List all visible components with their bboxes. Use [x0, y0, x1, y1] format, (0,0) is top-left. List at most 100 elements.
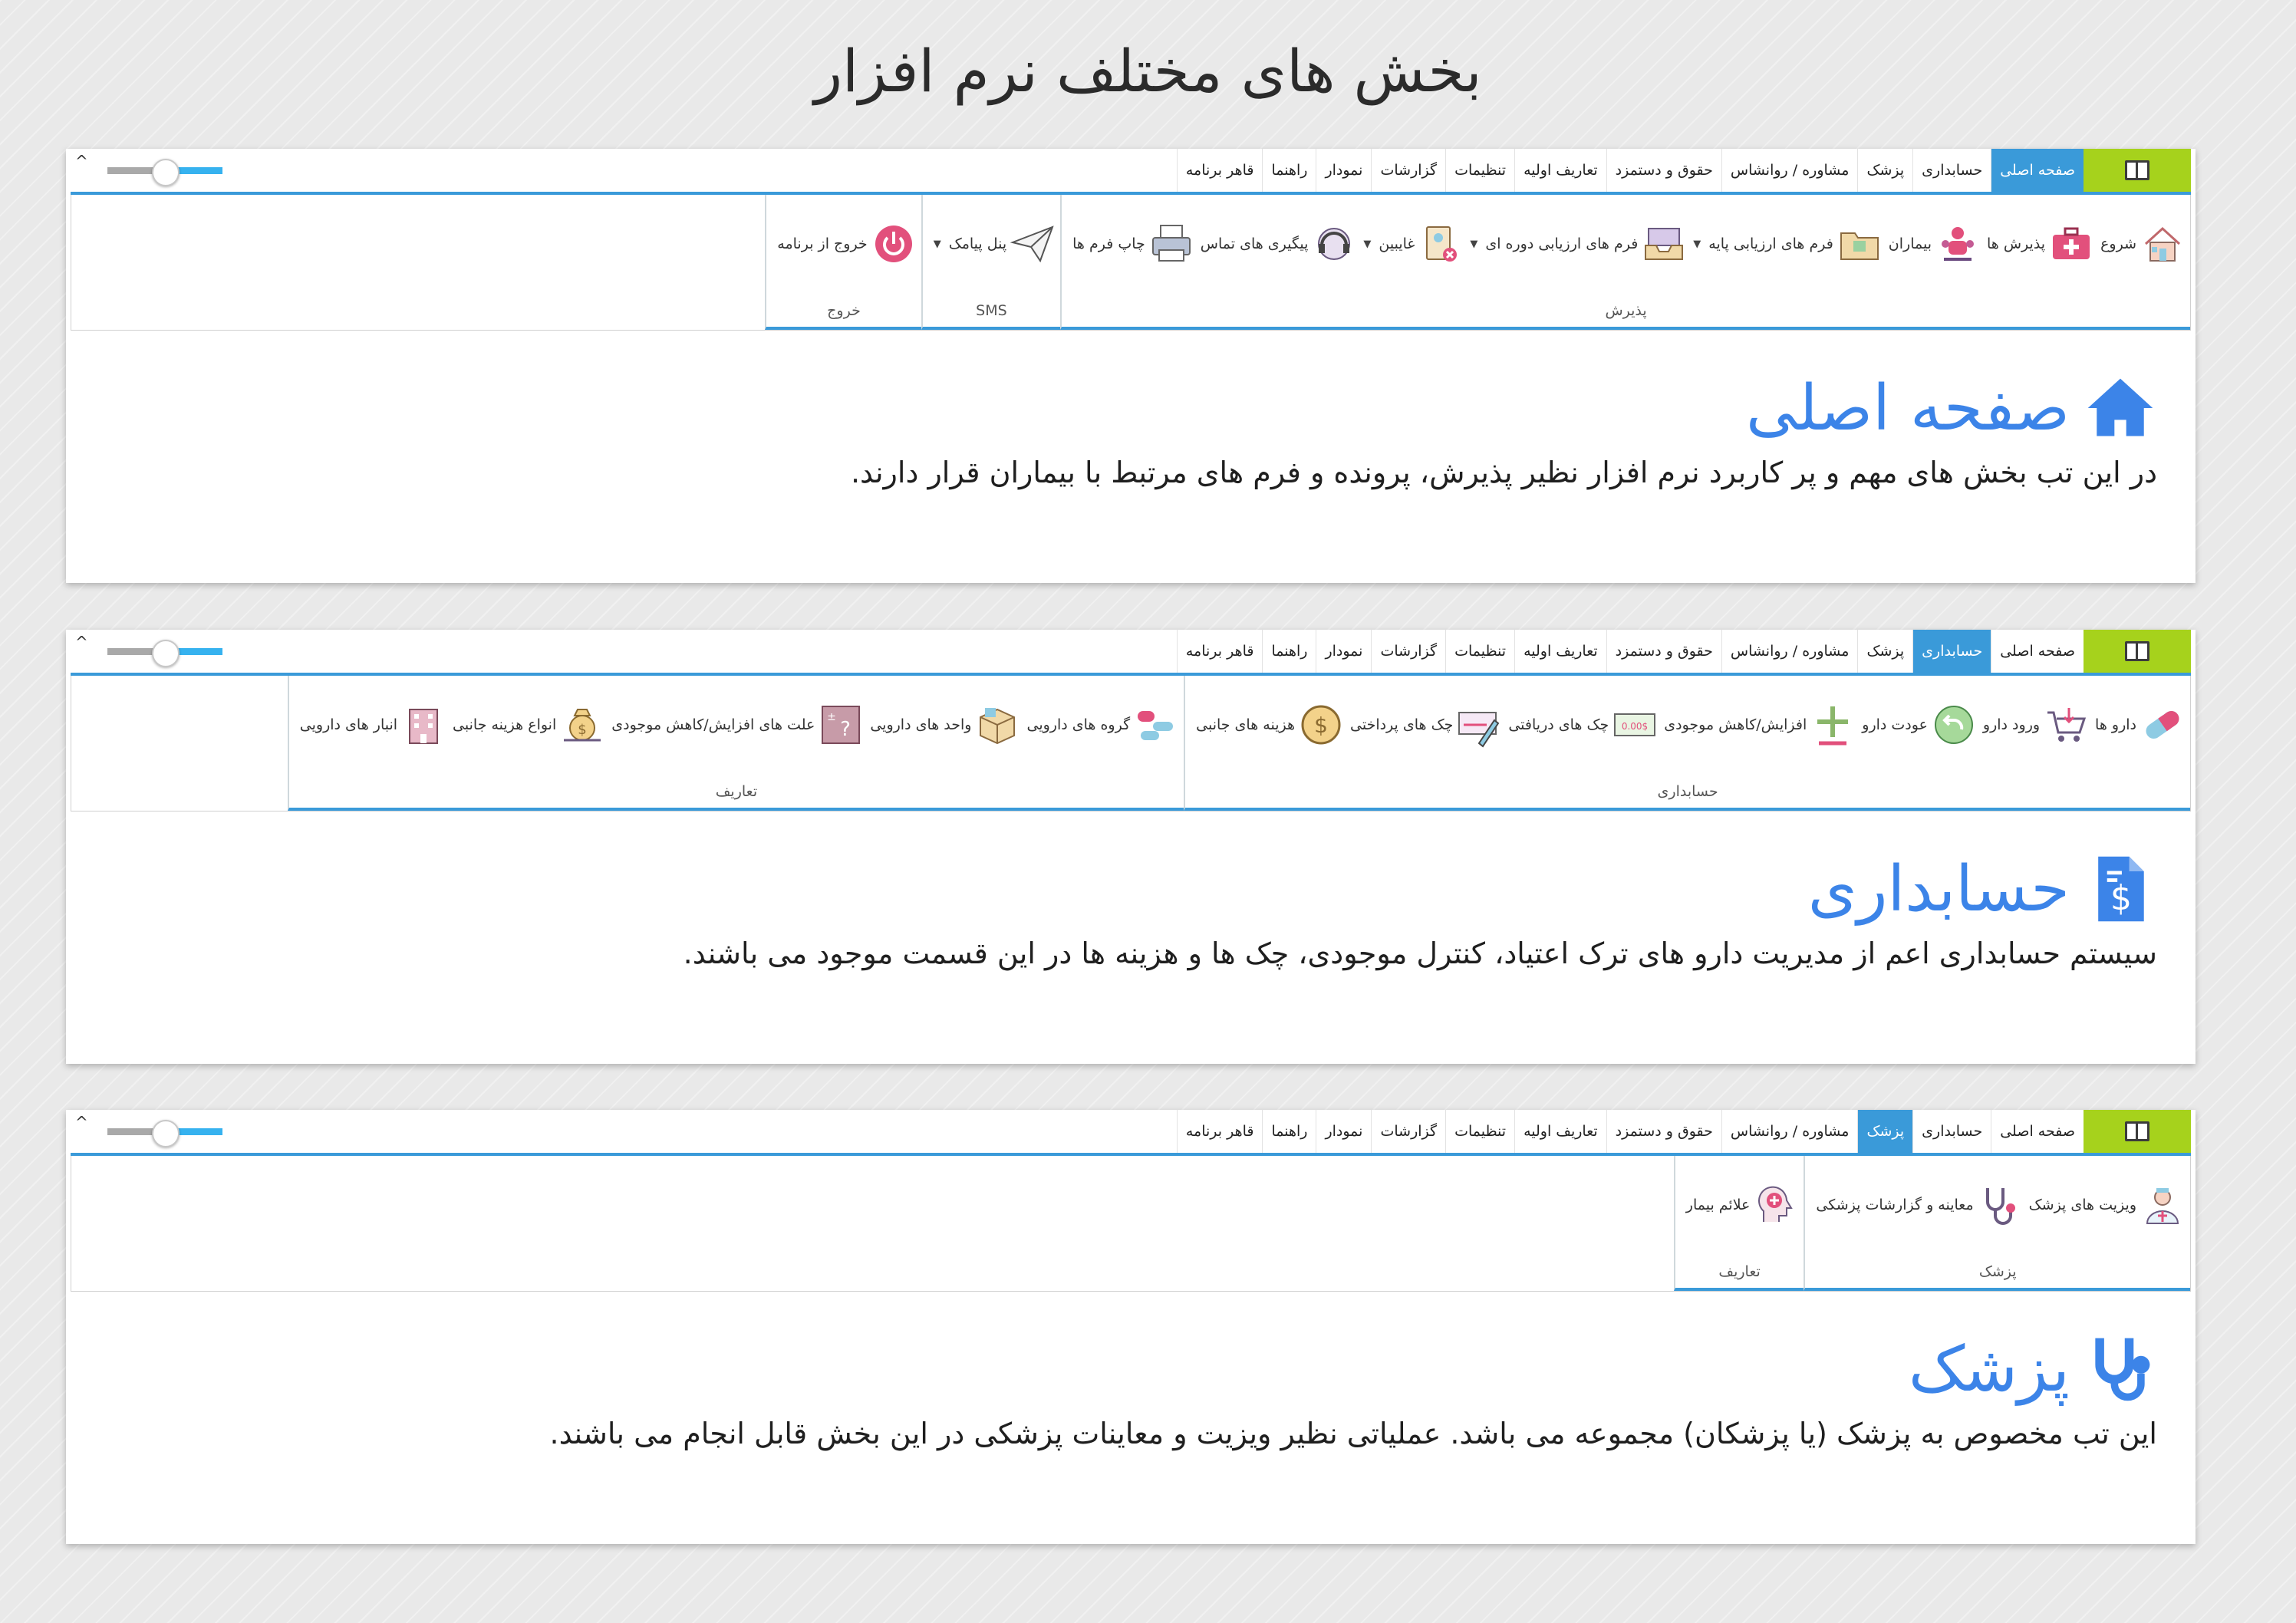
ribbon-button-label: معاینه و گزارشات پزشکی — [1816, 1197, 1974, 1213]
slider-knob[interactable] — [152, 159, 180, 186]
absent-badge-icon — [1418, 221, 1464, 267]
ribbon-button-label: افزایش/کاهش موجودی — [1664, 716, 1807, 733]
ribbon-tab[interactable]: قاهر برنامه — [1176, 1110, 1263, 1153]
ribbon-button[interactable]: گروه های دارویی — [1026, 702, 1179, 748]
ribbon-tab[interactable]: تنظیمات — [1445, 149, 1514, 192]
ribbon-tab[interactable]: حسابداری — [1912, 630, 1991, 673]
ribbon-button[interactable]: ورود دارو — [1983, 702, 2089, 748]
dropdown-arrow-icon[interactable]: ▼ — [934, 239, 941, 250]
ribbon-groups: شروع پذیرش ها بیماران فرم های ارزیابی پایه ▼… — [71, 195, 2191, 331]
ribbon-group-label: SMS — [976, 302, 1007, 319]
slider-knob[interactable] — [152, 1120, 180, 1147]
app-menu-button[interactable] — [2084, 149, 2191, 192]
ribbon-tab[interactable]: تنظیمات — [1445, 630, 1514, 673]
ribbon-tab[interactable]: قاهر برنامه — [1176, 149, 1263, 192]
ribbon-tab[interactable]: حقوق و دستمزد — [1606, 149, 1721, 192]
zoom-slider[interactable] — [107, 640, 222, 667]
ribbon-tab[interactable]: صفحه اصلی — [1991, 1110, 2084, 1153]
ribbon-tab[interactable]: پزشک — [1857, 149, 1912, 192]
collapse-ribbon-icon[interactable]: ^ — [75, 633, 88, 651]
ribbon-group: خروج از برنامه خروج — [765, 195, 921, 330]
ribbon-groups: ویزیت های پزشک معاینه و گزارشات پزشکی پزشک… — [71, 1156, 2191, 1292]
ribbon-button[interactable]: پذیرش ها — [1987, 221, 2094, 267]
ribbon-tab[interactable]: حقوق و دستمزد — [1606, 630, 1721, 673]
ribbon-button-label: دارو ها — [2095, 716, 2136, 733]
ribbon-button[interactable]: شروع — [2100, 221, 2186, 267]
dollar-coin-icon: $ — [1298, 702, 1344, 748]
ribbon-button[interactable]: $ انواع هزینه جانبی — [453, 702, 605, 748]
ribbon-tab[interactable]: مشاوره / روانشاس — [1721, 1110, 1858, 1153]
ribbon-button-label: ورود دارو — [1982, 716, 2041, 733]
ribbon-tab[interactable]: حسابداری — [1912, 1110, 1991, 1153]
dropdown-arrow-icon[interactable]: ▼ — [1470, 239, 1477, 250]
question-box-icon: ? ± — [818, 702, 864, 748]
ribbon-button[interactable]: انبار های دارویی — [300, 702, 446, 748]
collapse-ribbon-icon[interactable]: ^ — [75, 152, 88, 170]
dropdown-arrow-icon[interactable]: ▼ — [1363, 239, 1371, 250]
ribbon-button[interactable]: پیگیری های تماس — [1201, 221, 1358, 267]
ribbon-tab[interactable]: حسابداری — [1912, 149, 1991, 192]
ribbon-button[interactable]: افزایش/کاهش موجودی — [1664, 702, 1856, 748]
ribbon-tab[interactable]: تعاریف اولیه — [1514, 1110, 1606, 1153]
ribbon-tab[interactable]: نمودار — [1316, 630, 1371, 673]
ribbon-button[interactable]: چک های پرداختی — [1350, 702, 1502, 748]
ribbon-tab[interactable]: صفحه اصلی — [1991, 149, 2084, 192]
section-title: حسابداری — [1807, 852, 2070, 926]
ribbon-button[interactable]: غایبین ▼ — [1363, 221, 1464, 267]
svg-text:$: $ — [2110, 879, 2132, 918]
ribbon-tab[interactable]: قاهر برنامه — [1176, 630, 1263, 673]
zoom-slider[interactable] — [107, 159, 222, 186]
ribbon-tab[interactable]: نمودار — [1316, 1110, 1371, 1153]
ribbon-button[interactable]: دارو ها — [2095, 702, 2186, 748]
app-menu-button[interactable] — [2084, 630, 2191, 673]
ribbon-tab[interactable]: راهنما — [1262, 1110, 1316, 1153]
ribbon-button[interactable]: فرم های ارزیابی پایه ▼ — [1693, 221, 1883, 267]
ribbon-button[interactable]: ? ± علت های افزایش/کاهش موجودی — [611, 702, 864, 748]
ribbon-button-label: بیماران — [1888, 235, 1932, 252]
ribbon-button[interactable]: فرم های ارزیابی دوره ای ▼ — [1470, 221, 1687, 267]
ribbon-tab[interactable]: تعاریف اولیه — [1514, 630, 1606, 673]
ribbon-tab[interactable]: راهنما — [1262, 630, 1316, 673]
ribbon-button[interactable]: بیماران — [1889, 221, 1981, 267]
head-plus-icon — [1753, 1182, 1799, 1228]
ribbon-button[interactable]: علائم بیمار — [1686, 1182, 1800, 1228]
ribbon-group-label: تعاریف — [1718, 1263, 1761, 1280]
section-description: $ حسابداری سیستم حسابداری اعم از مدیریت دا… — [104, 852, 2157, 971]
ribbon-tab[interactable]: تعاریف اولیه — [1514, 149, 1606, 192]
ribbon-button[interactable]: چاپ فرم ها — [1072, 221, 1194, 267]
book-icon — [2125, 160, 2149, 180]
slider-knob[interactable] — [152, 640, 180, 667]
ribbon: صفحه اصلی حسابداری پزشک مشاوره / روانشاس حقو… — [71, 630, 2191, 812]
house-icon — [2140, 221, 2186, 267]
ribbon-button[interactable]: معاینه و گزارشات پزشکی — [1816, 1182, 2022, 1228]
ribbon-button[interactable]: عودت دارو — [1862, 702, 1977, 748]
ribbon-button[interactable]: واحد های دارویی — [870, 702, 1020, 748]
ribbon-tab[interactable]: راهنما — [1262, 149, 1316, 192]
ribbon-tab[interactable]: گزارشات — [1371, 149, 1445, 192]
ribbon-tab[interactable]: حقوق و دستمزد — [1606, 1110, 1721, 1153]
ribbon-button[interactable]: 0.00$ چک های دریافتی — [1508, 702, 1658, 748]
ribbon-button[interactable]: ویزیت های پزشک — [2029, 1182, 2186, 1228]
ribbon-button-label: انبار های دارویی — [299, 716, 398, 733]
return-icon — [1931, 702, 1977, 748]
ribbon-button[interactable]: $ هزینه های جانبی — [1196, 702, 1344, 748]
ribbon-button[interactable]: پنل پیامک ▼ — [934, 221, 1056, 267]
ribbon-tab[interactable]: صفحه اصلی — [1991, 630, 2084, 673]
ribbon-button-label: علت های افزایش/کاهش موجودی — [611, 716, 815, 733]
ribbon-tab[interactable]: گزارشات — [1371, 630, 1445, 673]
ribbon-tab[interactable]: نمودار — [1316, 149, 1371, 192]
ribbon-tab[interactable]: پزشک — [1857, 630, 1912, 673]
ribbon-tab[interactable]: تنظیمات — [1445, 1110, 1514, 1153]
ribbon-button[interactable]: خروج از برنامه — [777, 221, 916, 267]
ribbon-button-label: خروج از برنامه — [777, 235, 868, 252]
app-menu-button[interactable] — [2084, 1110, 2191, 1153]
ribbon-tab[interactable]: گزارشات — [1371, 1110, 1445, 1153]
ribbon-tab[interactable]: مشاوره / روانشاس — [1721, 149, 1858, 192]
ribbon-button-label: پذیرش ها — [1987, 235, 2046, 252]
dropdown-arrow-icon[interactable]: ▼ — [1693, 239, 1701, 250]
zoom-slider[interactable] — [107, 1120, 222, 1147]
ribbon-tab[interactable]: پزشک — [1857, 1110, 1913, 1153]
collapse-ribbon-icon[interactable]: ^ — [75, 1113, 88, 1131]
plus-minus-icon — [1810, 702, 1856, 748]
ribbon-tab[interactable]: مشاوره / روانشاس — [1721, 630, 1858, 673]
